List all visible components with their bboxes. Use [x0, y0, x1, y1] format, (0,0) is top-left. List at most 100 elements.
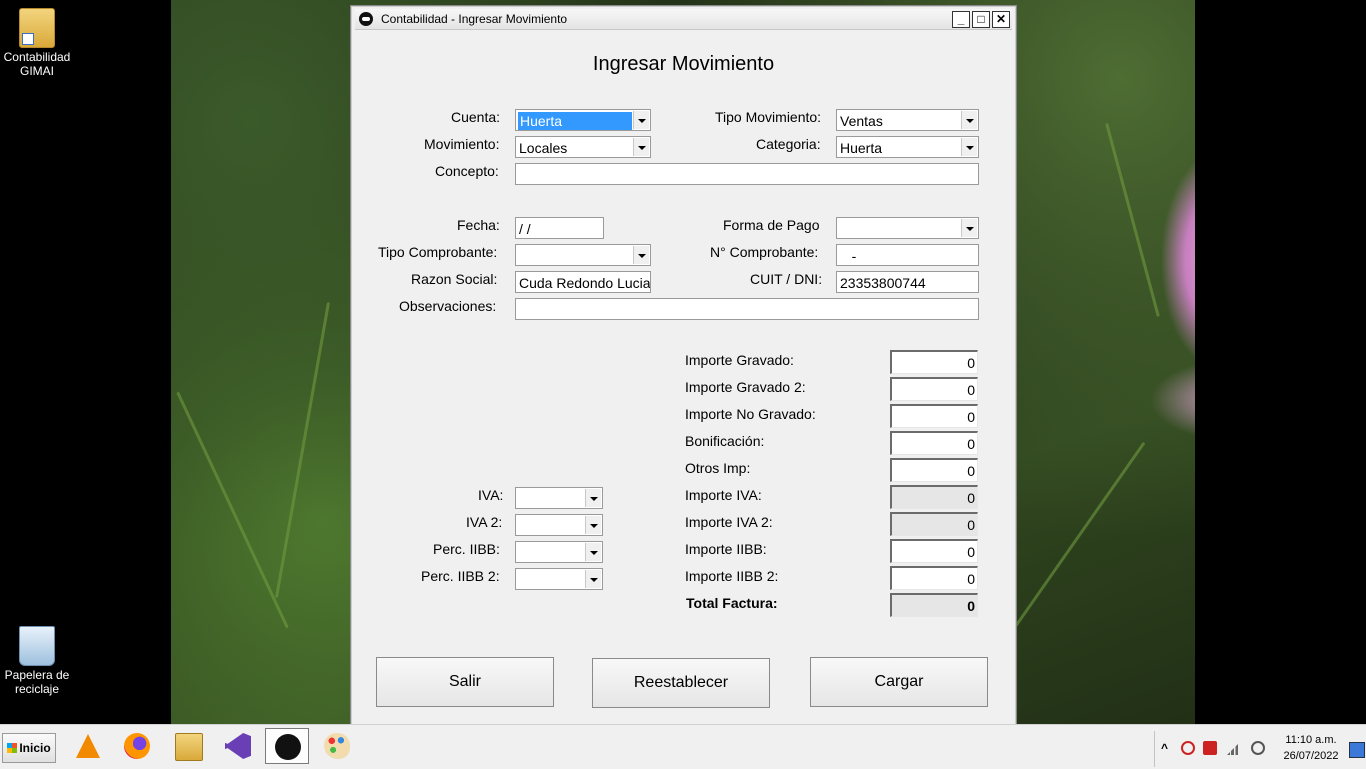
importe-iva-2-field: 0 — [890, 512, 978, 536]
tipo-comprobante-select[interactable] — [515, 244, 651, 266]
security-alert-icon[interactable] — [1203, 741, 1217, 755]
importe-gravado-2-input[interactable]: 0 — [890, 377, 978, 401]
chevron-down-icon[interactable] — [961, 219, 977, 237]
paint-icon — [324, 733, 350, 759]
salir-button[interactable]: Salir — [376, 657, 554, 707]
importe-iva-label: Importe IVA: — [685, 487, 762, 503]
razon-social-input[interactable]: Cuda Redondo Lucia — [515, 271, 651, 293]
cuit-dni-value: 23353800744 — [840, 275, 926, 291]
contabilidad-app-icon — [275, 734, 301, 760]
iva-select[interactable] — [515, 487, 603, 509]
desktop-icon-contabilidad[interactable]: Contabilidad GIMAI — [0, 8, 74, 78]
chevron-down-icon[interactable] — [961, 138, 977, 156]
importe-iva-2-label: Importe IVA 2: — [685, 514, 773, 530]
razon-social-value: Cuda Redondo Lucia — [519, 275, 651, 291]
chevron-down-icon[interactable] — [633, 111, 649, 129]
volume-muted-icon[interactable] — [1251, 741, 1265, 755]
clock-date[interactable]: 26/07/2022 — [1281, 750, 1341, 762]
clock-time[interactable]: 11:10 a.m. — [1281, 734, 1341, 746]
network-disconnected-icon[interactable] — [1181, 741, 1195, 755]
concepto-input[interactable] — [515, 163, 979, 185]
file-explorer-icon — [175, 733, 203, 761]
title-bar[interactable]: Contabilidad - Ingresar Movimiento _ □ ✕ — [355, 9, 1012, 30]
taskbar-app-contabilidad[interactable] — [265, 728, 309, 764]
start-button[interactable]: Inicio — [2, 733, 56, 763]
taskbar-app-paint[interactable] — [315, 728, 359, 764]
chevron-down-icon[interactable] — [585, 570, 601, 588]
chevron-down-icon[interactable] — [633, 246, 649, 264]
categoria-label: Categoria: — [756, 136, 821, 152]
chevron-down-icon[interactable] — [585, 516, 601, 534]
cuenta-label: Cuenta: — [451, 109, 501, 125]
importe-iibb-2-label: Importe IIBB 2: — [685, 568, 779, 584]
total-factura-value: 0 — [967, 598, 975, 614]
fecha-value: / / — [519, 221, 531, 237]
importe-iibb-input[interactable]: 0 — [890, 539, 978, 563]
taskbar-app-firefox[interactable] — [115, 728, 159, 764]
iva-label: IVA: — [478, 487, 504, 503]
chevron-down-icon[interactable] — [585, 543, 601, 561]
chevron-down-icon[interactable] — [961, 111, 977, 129]
taskbar-app-explorer[interactable] — [166, 728, 210, 764]
windows-logo-icon — [7, 743, 18, 753]
taskbar-app-visual-studio[interactable] — [216, 728, 260, 764]
desktop-icon-label: Contabilidad GIMAI — [3, 50, 71, 78]
bonificacion-input[interactable]: 0 — [890, 431, 978, 455]
wifi-signal-icon[interactable] — [1227, 741, 1241, 755]
cuenta-select[interactable]: Huerta — [515, 109, 651, 131]
firefox-icon — [124, 733, 150, 759]
desktop-icon-label: Papelera de reciclaje — [4, 668, 70, 696]
taskbar: Inicio ^ 11:10 a.m. 26/07/2022 — [0, 724, 1366, 769]
importe-no-gravado-label: Importe No Gravado: — [685, 406, 816, 422]
observaciones-input[interactable] — [515, 298, 979, 320]
movimiento-select[interactable]: Locales — [515, 136, 651, 158]
importe-gravado-input[interactable]: 0 — [890, 350, 978, 374]
movimiento-value: Locales — [519, 140, 568, 156]
desktop-icon-recycle-bin[interactable]: Papelera de reciclaje — [0, 626, 74, 696]
cuit-dni-input[interactable]: 23353800744 — [836, 271, 979, 293]
forma-pago-select[interactable] — [836, 217, 979, 239]
desktop: Contabilidad GIMAI Papelera de reciclaje… — [0, 0, 1366, 724]
importe-no-gravado-value: 0 — [967, 409, 975, 425]
bonificacion-label: Bonificación: — [685, 433, 765, 449]
otros-imp-label: Otros Imp: — [685, 460, 751, 476]
chevron-down-icon[interactable] — [585, 489, 601, 507]
close-button[interactable]: ✕ — [992, 11, 1010, 28]
tipo-movimiento-value: Ventas — [840, 113, 883, 129]
cuit-dni-label: CUIT / DNI: — [750, 271, 823, 287]
importe-iibb-2-value: 0 — [967, 571, 975, 587]
reestablecer-button[interactable]: Reestablecer — [592, 658, 770, 708]
taskbar-app-vlc[interactable] — [66, 728, 110, 764]
categoria-select[interactable]: Huerta — [836, 136, 979, 158]
visual-studio-icon — [225, 733, 251, 759]
importe-iva-2-value: 0 — [967, 517, 975, 533]
app-window: Contabilidad - Ingresar Movimiento _ □ ✕… — [350, 5, 1017, 724]
show-desktop-icon[interactable] — [1349, 742, 1365, 758]
app-logo-icon — [359, 12, 373, 26]
perc-iibb-2-select[interactable] — [515, 568, 603, 590]
importe-iibb-label: Importe IIBB: — [685, 541, 767, 557]
nro-comprobante-value: - — [840, 248, 857, 264]
form-heading: Ingresar Movimiento — [592, 53, 775, 75]
minimize-button[interactable]: _ — [952, 11, 970, 28]
nro-comprobante-input[interactable]: - — [836, 244, 979, 266]
perc-iibb-label: Perc. IIBB: — [433, 541, 500, 557]
chevron-down-icon[interactable] — [633, 138, 649, 156]
window-title: Contabilidad - Ingresar Movimiento — [381, 12, 568, 26]
importe-gravado-2-label: Importe Gravado 2: — [685, 379, 806, 395]
observaciones-label: Observaciones: — [399, 298, 497, 314]
perc-iibb-select[interactable] — [515, 541, 603, 563]
importe-gravado-2-value: 0 — [967, 382, 975, 398]
importe-iibb-value: 0 — [967, 544, 975, 560]
importe-no-gravado-input[interactable]: 0 — [890, 404, 978, 428]
fecha-input[interactable]: / / — [515, 217, 604, 239]
maximize-button[interactable]: □ — [972, 11, 990, 28]
tipo-movimiento-select[interactable]: Ventas — [836, 109, 979, 131]
cargar-button[interactable]: Cargar — [810, 657, 988, 707]
otros-imp-input[interactable]: 0 — [890, 458, 978, 482]
tipo-movimiento-label: Tipo Movimiento: — [715, 109, 822, 125]
iva-2-select[interactable] — [515, 514, 603, 536]
start-label: Inicio — [19, 741, 51, 755]
importe-iibb-2-input[interactable]: 0 — [890, 566, 978, 590]
show-hidden-icons-icon[interactable]: ^ — [1161, 741, 1175, 755]
